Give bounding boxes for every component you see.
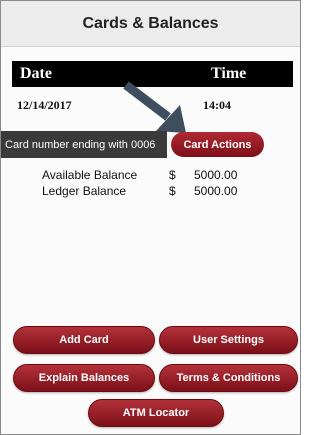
page-title: Cards & Balances xyxy=(82,14,219,32)
time-value: 14:04 xyxy=(203,98,231,112)
header-bar: Cards & Balances xyxy=(1,1,300,47)
ledger-balance-label: Ledger Balance xyxy=(42,184,127,198)
terms-conditions-button[interactable]: Terms & Conditions xyxy=(159,364,298,392)
ledger-balance-currency: $ xyxy=(169,184,176,198)
app-frame: Cards & Balances Date Time 12/14/2017 14… xyxy=(0,0,301,435)
explain-balances-button[interactable]: Explain Balances xyxy=(13,364,155,392)
atm-locator-button[interactable]: ATM Locator xyxy=(88,399,224,427)
available-balance-currency: $ xyxy=(169,168,176,182)
card-number-tooltip: Card number ending with 0006 xyxy=(1,131,167,158)
ledger-balance-amount: 5000.00 xyxy=(194,184,238,198)
user-settings-button[interactable]: User Settings xyxy=(159,326,298,354)
date-label: Date xyxy=(20,65,52,82)
time-label: Time xyxy=(211,65,247,82)
card-number-text: Card number ending with 0006 xyxy=(5,138,156,151)
available-balance-amount: 5000.00 xyxy=(194,168,238,182)
available-balance-label: Available Balance xyxy=(42,168,138,182)
card-actions-button[interactable]: Card Actions xyxy=(171,132,264,157)
add-card-button[interactable]: Add Card xyxy=(13,326,155,354)
date-value: 12/14/2017 xyxy=(17,98,72,112)
